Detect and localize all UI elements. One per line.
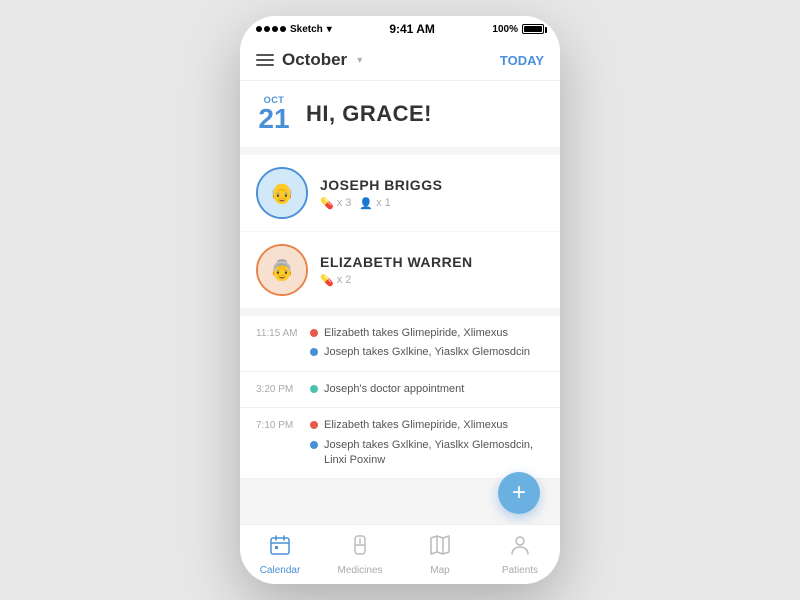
schedule-item-320: 3:20 PM Joseph's doctor appointment — [240, 372, 560, 408]
events-1115: Elizabeth takes Glimepiride, Xlimexus Jo… — [310, 326, 544, 361]
time-320: 3:20 PM — [256, 382, 300, 397]
dot-blue-1 — [310, 348, 318, 356]
dot-red-2 — [310, 421, 318, 429]
schedule-section: 11:15 AM Elizabeth takes Glimepiride, Xl… — [240, 316, 560, 479]
elizabeth-pill-count: x 2 — [337, 274, 352, 286]
date-box: OCT 21 — [256, 95, 292, 133]
phone-frame: Sketch ▾ 9:41 AM 100% October ▾ TODAY OC… — [240, 16, 560, 584]
event-1115-1: Elizabeth takes Glimepiride, Xlimexus — [310, 326, 544, 341]
elizabeth-name: ELIZABETH WARREN — [320, 254, 544, 270]
calendar-label: Calendar — [260, 565, 301, 576]
time-display: 9:41 AM — [389, 22, 435, 36]
patients-icon — [509, 534, 531, 562]
joseph-name: JOSEPH BRIGGS — [320, 177, 544, 193]
event-text-710-1: Elizabeth takes Glimepiride, Xlimexus — [324, 418, 508, 433]
bottom-nav: Calendar Medicines Map — [240, 524, 560, 584]
event-710-1: Elizabeth takes Glimepiride, Xlimexus — [310, 418, 544, 433]
carrier-label: Sketch — [290, 24, 323, 35]
month-title: October — [282, 50, 347, 70]
elizabeth-meta: 💊 x 2 — [320, 274, 544, 287]
status-left: Sketch ▾ — [256, 24, 332, 35]
nav-map[interactable]: Map — [400, 528, 480, 582]
header-left: October ▾ — [256, 50, 362, 70]
header: October ▾ TODAY — [240, 42, 560, 81]
event-text-320-1: Joseph's doctor appointment — [324, 382, 464, 397]
joseph-meta: 💊 x 3 👤 x 1 — [320, 197, 544, 210]
map-label: Map — [430, 565, 449, 576]
elizabeth-info: ELIZABETH WARREN 💊 x 2 — [320, 254, 544, 287]
nav-medicines[interactable]: Medicines — [320, 528, 400, 582]
status-bar: Sketch ▾ 9:41 AM 100% — [240, 16, 560, 42]
wifi-icon: ▾ — [327, 24, 332, 35]
medicines-icon — [349, 534, 371, 562]
pill-icon-2: 💊 — [320, 274, 334, 287]
event-text-710-2: Joseph takes Gxlkine, Yiaslkx Glemosdcin… — [324, 438, 544, 469]
events-710: Elizabeth takes Glimepiride, Xlimexus Jo… — [310, 418, 544, 468]
battery-label: 100% — [492, 24, 518, 35]
joseph-avatar-image: 👴 — [258, 169, 306, 217]
elizabeth-avatar-image: 👵 — [258, 246, 306, 294]
nav-calendar[interactable]: Calendar — [240, 528, 320, 582]
menu-button[interactable] — [256, 54, 274, 66]
joseph-person-count: x 1 — [376, 197, 391, 209]
status-right: 100% — [492, 24, 544, 35]
event-text-1115-2: Joseph takes Gxlkine, Yiaslkx Glemosdcin — [324, 345, 530, 360]
patient-card-elizabeth[interactable]: 👵 ELIZABETH WARREN 💊 x 2 — [240, 232, 560, 308]
patient-card-joseph[interactable]: 👴 JOSEPH BRIGGS 💊 x 3 👤 x 1 — [240, 155, 560, 231]
date-greeting-section: OCT 21 HI, GRACE! — [240, 81, 560, 147]
joseph-info: JOSEPH BRIGGS 💊 x 3 👤 x 1 — [320, 177, 544, 210]
greeting-text: HI, GRACE! — [306, 101, 432, 127]
today-button[interactable]: TODAY — [500, 53, 544, 68]
dropdown-arrow-icon[interactable]: ▾ — [357, 55, 362, 66]
schedule-item-1115: 11:15 AM Elizabeth takes Glimepiride, Xl… — [240, 316, 560, 372]
event-710-2: Joseph takes Gxlkine, Yiaslkx Glemosdcin… — [310, 438, 544, 469]
dot-red-1 — [310, 329, 318, 337]
calendar-icon — [269, 534, 291, 562]
map-icon — [429, 534, 451, 562]
person-icon: 👤 — [359, 197, 373, 210]
signal-dots — [256, 26, 286, 32]
nav-patients[interactable]: Patients — [480, 528, 560, 582]
dot-teal-1 — [310, 385, 318, 393]
elizabeth-pill-meta: 💊 x 2 — [320, 274, 351, 287]
time-1115: 11:15 AM — [256, 326, 300, 361]
joseph-pill-count: x 3 — [337, 197, 352, 209]
schedule-item-710: 7:10 PM Elizabeth takes Glimepiride, Xli… — [240, 408, 560, 479]
patients-label: Patients — [502, 565, 538, 576]
medicines-label: Medicines — [337, 565, 382, 576]
events-320: Joseph's doctor appointment — [310, 382, 544, 397]
battery-icon — [522, 24, 544, 34]
add-button[interactable]: + — [498, 472, 540, 514]
date-day: 21 — [256, 105, 292, 133]
pill-icon: 💊 — [320, 197, 334, 210]
joseph-avatar: 👴 — [256, 167, 308, 219]
event-text-1115-1: Elizabeth takes Glimepiride, Xlimexus — [324, 326, 508, 341]
event-1115-2: Joseph takes Gxlkine, Yiaslkx Glemosdcin — [310, 345, 544, 360]
event-320-1: Joseph's doctor appointment — [310, 382, 544, 397]
dot-blue-2 — [310, 441, 318, 449]
elizabeth-avatar: 👵 — [256, 244, 308, 296]
joseph-person-meta: 👤 x 1 — [359, 197, 390, 210]
time-710: 7:10 PM — [256, 418, 300, 468]
joseph-pill-meta: 💊 x 3 — [320, 197, 351, 210]
